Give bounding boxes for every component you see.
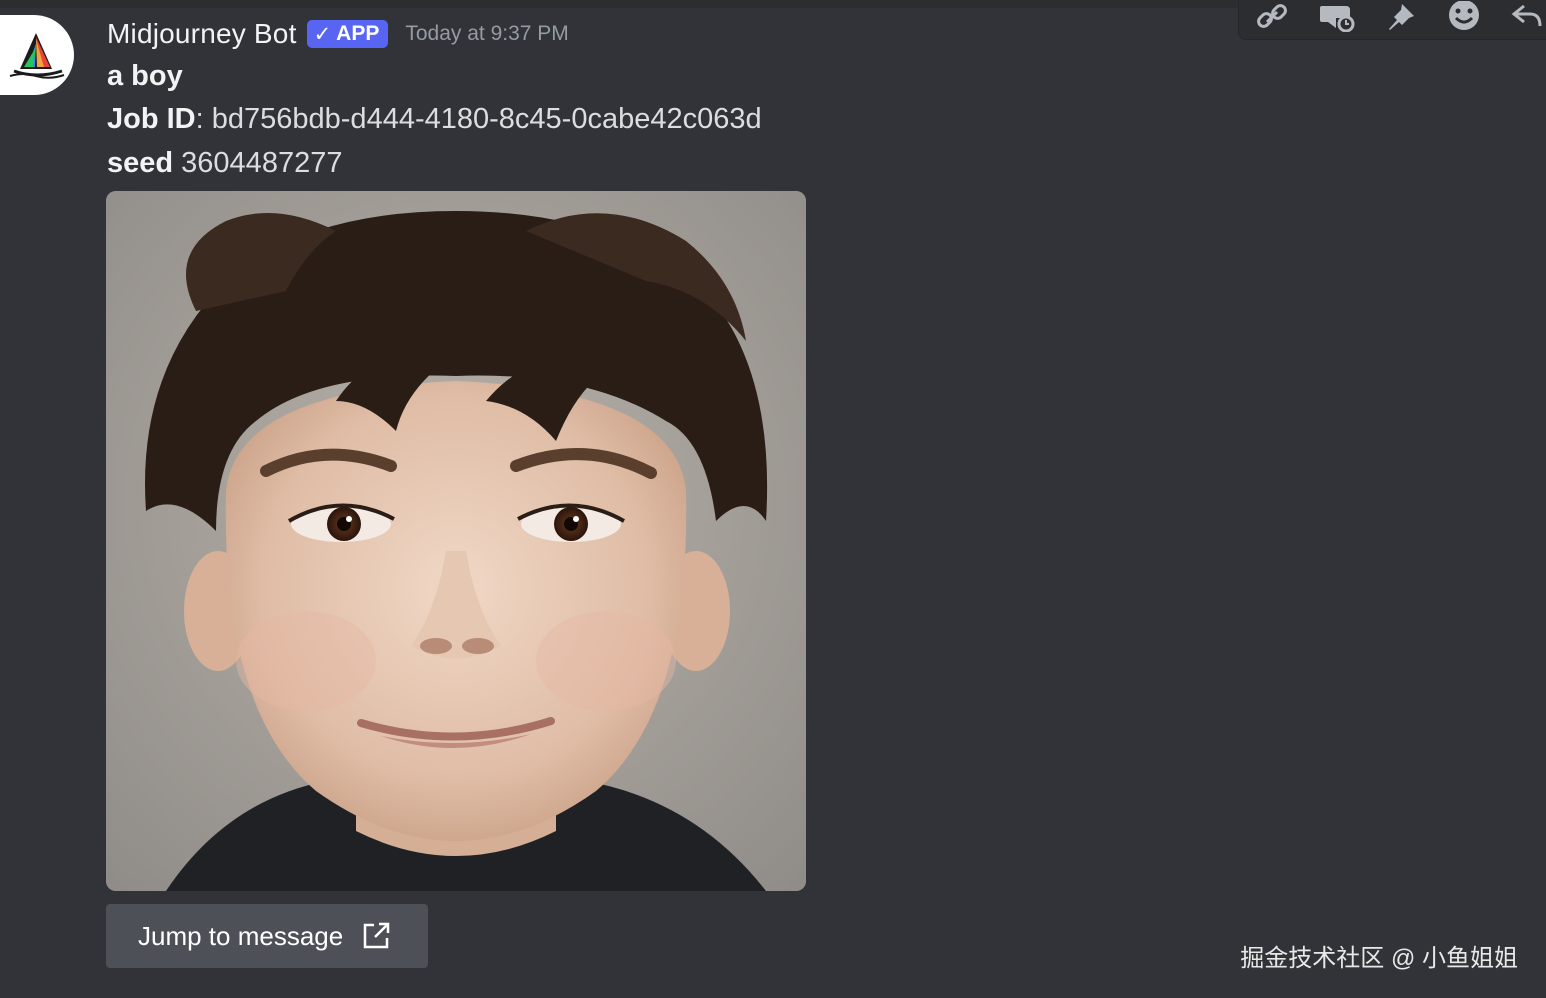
- chat-page: Midjourney Bot ✓ APP Today at 9:37 PM a …: [0, 0, 1546, 998]
- jump-to-message-button[interactable]: Jump to message: [106, 904, 428, 968]
- emoji-icon[interactable]: [1443, 0, 1485, 34]
- seed-label: seed: [107, 147, 174, 179]
- thread-icon[interactable]: [1315, 0, 1357, 34]
- seed-line: seed 3604487277: [107, 147, 342, 180]
- link-icon[interactable]: [1251, 0, 1293, 34]
- job-id-separator: :: [195, 103, 204, 135]
- reply-icon[interactable]: [1507, 0, 1546, 34]
- prompt-text: a boy: [107, 60, 183, 92]
- job-id-value: bd756bdb-d444-4180-8c45-0cabe42c063d: [211, 103, 762, 135]
- prompt-line: a boy: [107, 60, 183, 93]
- app-badge-label: APP: [336, 22, 380, 45]
- seed-value: 3604487277: [181, 147, 343, 179]
- message-header: Midjourney Bot ✓ APP Today at 9:37 PM: [107, 14, 569, 54]
- boy-portrait-image: [106, 191, 806, 891]
- message-timestamp[interactable]: Today at 9:37 PM: [405, 22, 568, 46]
- job-id-label: Job ID: [107, 103, 196, 135]
- watermark-text: 掘金技术社区 @ 小鱼姐姐: [1240, 945, 1518, 972]
- username[interactable]: Midjourney Bot: [107, 18, 297, 50]
- message-actions-toolbar: [1238, 0, 1546, 40]
- job-id-line: Job ID: bd756bdb-d444-4180-8c45-0cabe42c…: [107, 103, 762, 136]
- generated-image[interactable]: [106, 191, 806, 891]
- jump-to-message-label: Jump to message: [138, 920, 344, 951]
- midjourney-boat-icon: [9, 33, 65, 79]
- external-link-icon: [361, 921, 391, 951]
- verified-check-icon: ✓: [313, 22, 332, 46]
- pin-icon[interactable]: [1379, 0, 1421, 34]
- bot-avatar[interactable]: [0, 15, 74, 95]
- app-badge: ✓ APP: [306, 20, 389, 48]
